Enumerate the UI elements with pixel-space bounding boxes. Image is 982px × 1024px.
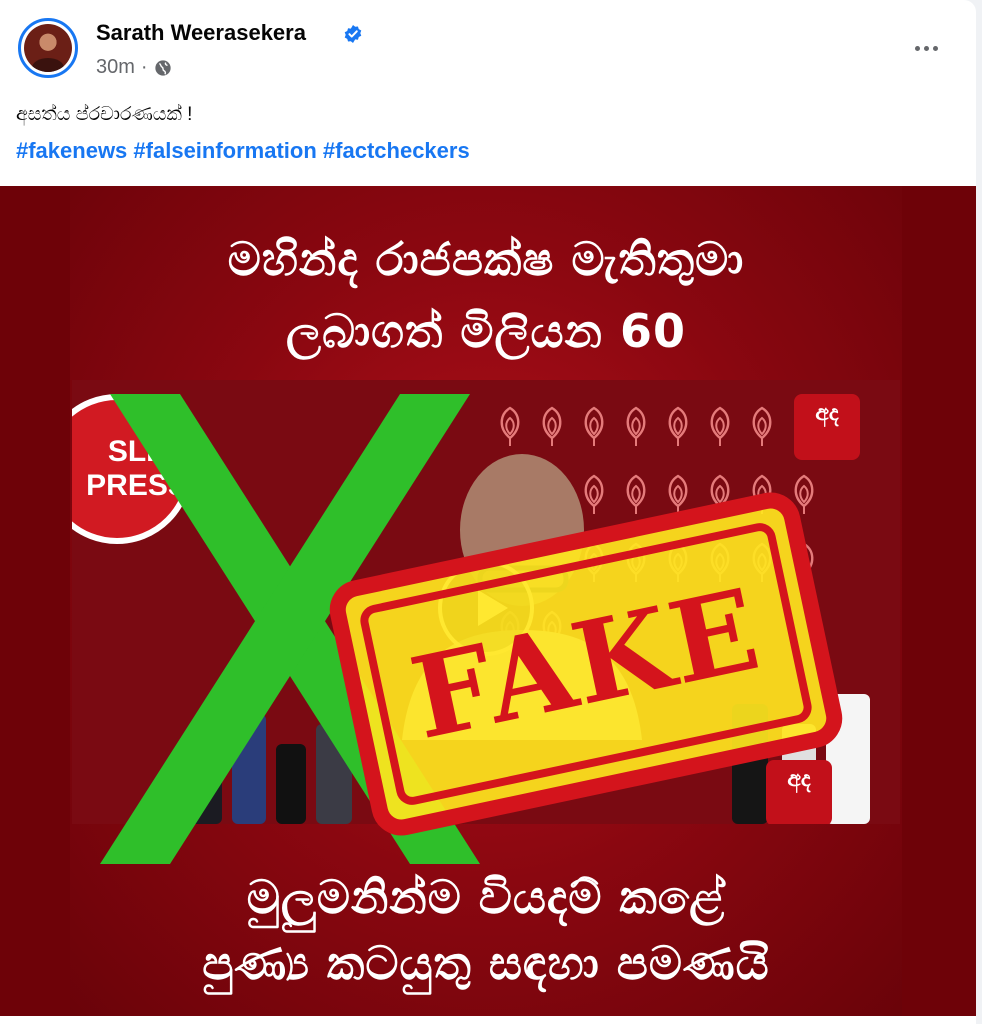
dot [932,45,938,51]
post-time[interactable]: 30m [96,56,135,79]
avatar-image [24,24,72,72]
post-meta: 30m · [96,56,172,79]
channel-logo: අද [794,394,860,460]
headline-top-line1: මහින්ද රාජපක්ෂ මැතිතුමා [227,232,745,286]
dot [923,45,929,51]
hashtag-link[interactable]: #falseinformation [133,138,316,163]
hashtag-link[interactable]: #fakenews [16,138,127,163]
post-media[interactable]: මහින්ද රාජපක්ෂ මැතිතුමා ලබාගත් මිලියන 60 [0,186,976,1016]
verified-badge-icon [344,25,362,43]
post-text: අසත්ය ප්රචාරණයක් ! [16,104,193,125]
author-name[interactable]: Sarath Weerasekera [96,20,306,46]
hashtag-list: #fakenews #falseinformation #factchecker… [16,138,470,164]
post-card: Sarath Weerasekera 30m · අසත්ය ප්රචාරණයක… [0,0,976,1024]
card-footer-edge [0,1016,976,1024]
more-options-icon[interactable] [908,30,944,66]
headline-top-line2: ලබාගත් මිලියන 60 [285,304,686,358]
author-avatar[interactable] [18,18,78,78]
headline-bottom-line1: මුලුමනින්ම වියදම් කළේ [246,870,726,924]
hashtag-link[interactable]: #factcheckers [323,138,470,163]
headline-bottom-line2: පුණ්‍ය කටයුතු සඳහා පමණයි [202,936,770,990]
meta-separator: · [140,56,148,78]
post-header: Sarath Weerasekera 30m · [0,0,976,100]
channel-logo-watermark: අද [766,760,832,824]
dot [914,45,920,51]
stamp-text: FAKE [400,563,772,765]
globe-icon[interactable] [154,59,172,77]
